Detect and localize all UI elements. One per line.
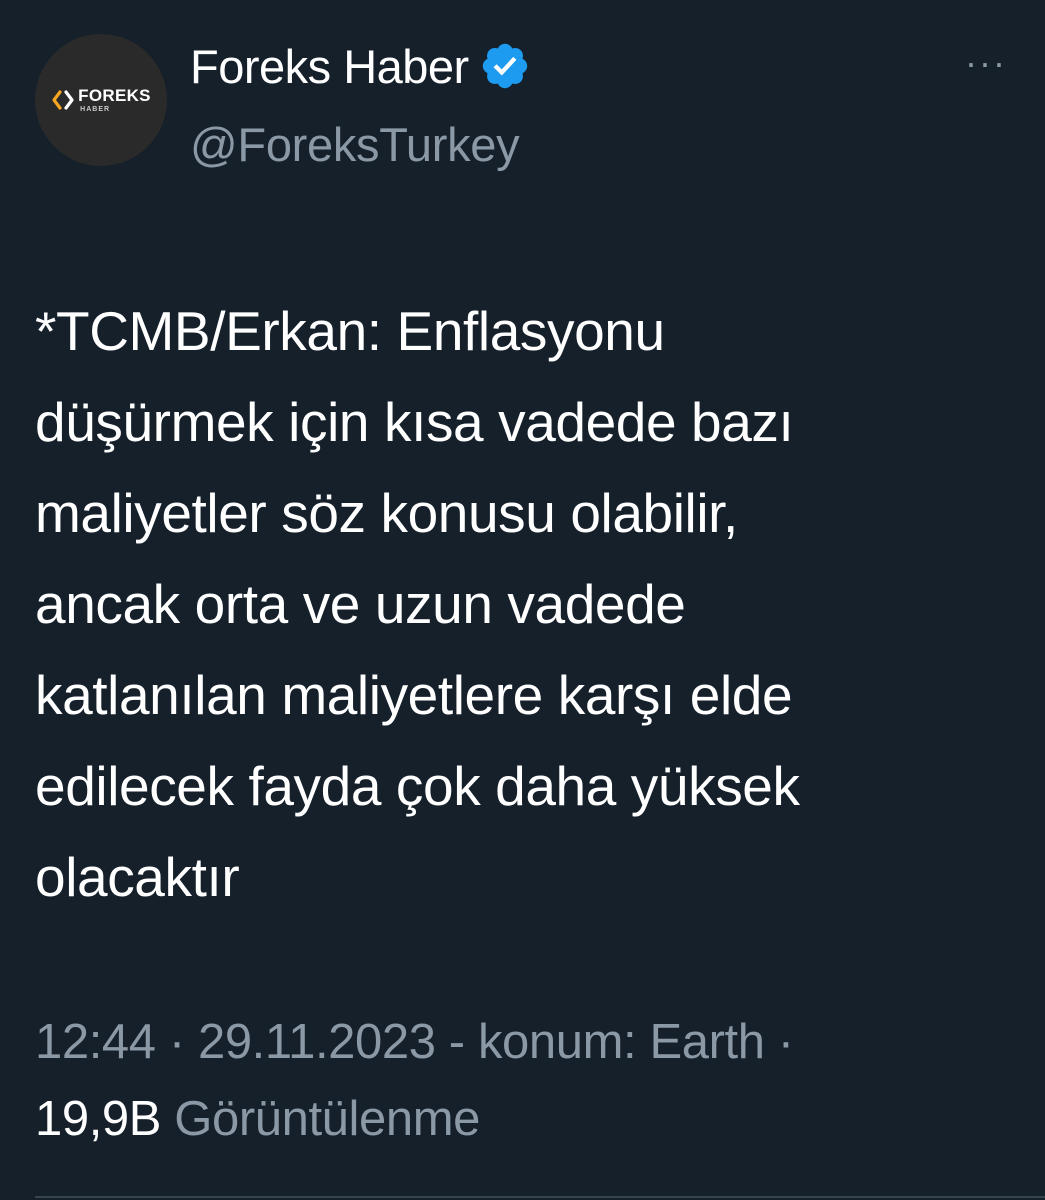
tweet-text-line: maliyetler söz konusu olabilir, [35,482,738,544]
chevron-brackets-icon [52,90,74,110]
views-count: 19,9B [35,1092,162,1146]
tweet-location: - konum: Earth · [435,1015,794,1069]
author-name-row: Foreks Haber [190,38,531,94]
divider [35,1196,1045,1198]
tweet-text-line: edilecek fayda çok daha yüksek [35,755,800,817]
tweet-text-line: ancak orta ve uzun vadede [35,573,686,635]
meta-separator: · [155,1015,198,1069]
verified-badge-icon[interactable] [479,40,531,92]
more-options-button[interactable]: ··· [958,42,1014,83]
tweet-text-line: *TCMB/Erkan: Enflasyonu [35,300,665,362]
tweet-text-line: düşürmek için kısa vadede bazı [35,391,794,453]
author-handle[interactable]: @ForeksTurkey [190,117,520,172]
tweet-card: FOREKS HABER Foreks Haber @ForeksTurkey … [0,0,1045,1200]
views-label: Görüntülenme [161,1092,480,1146]
logo-sub-text: HABER [80,106,111,113]
author-display-name[interactable]: Foreks Haber [190,39,469,94]
more-options-icon: ··· [965,42,1007,83]
tweet-time[interactable]: 12:44 [35,1015,156,1069]
tweet-text-line: olacaktır [35,846,240,908]
views-line[interactable]: 19,9B Görüntülenme [35,1081,1010,1158]
logo-main-text: FOREKS [78,86,151,105]
foreks-logo: FOREKS HABER [51,87,151,113]
tweet-metadata: 12:44 · 29.11.2023 - konum: Earth · 19,9… [35,1004,1010,1158]
tweet-text-line: katlanılan maliyetlere karşı elde [35,664,793,726]
avatar[interactable]: FOREKS HABER [35,34,167,166]
timestamp-line: 12:44 · 29.11.2023 - konum: Earth · [35,1004,1010,1081]
tweet-text: *TCMB/Erkan: Enflasyonu düşürmek için kı… [35,286,1010,923]
tweet-date[interactable]: 29.11.2023 [198,1015,436,1069]
